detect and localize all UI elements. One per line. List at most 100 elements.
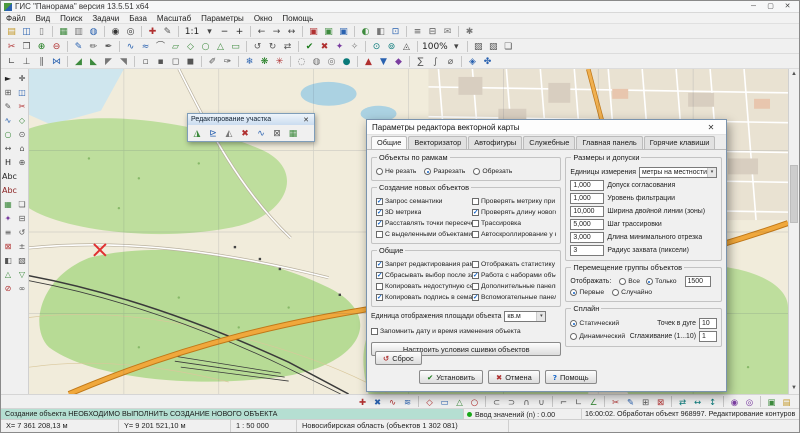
- dialog-tab[interactable]: Главная панель: [576, 136, 642, 149]
- split-icon[interactable]: ◭: [221, 126, 237, 140]
- split-view-icon[interactable]: ◧: [373, 25, 388, 38]
- zoom-percent-button[interactable]: 100%: [421, 40, 449, 53]
- area-editing-panel-titlebar[interactable]: Редактирование участка ✕: [188, 114, 314, 125]
- checkbox-item[interactable]: ✓Проверять длину нового отрезка: [472, 207, 556, 218]
- fill-square-icon[interactable]: ▣: [764, 396, 779, 408]
- menu-item[interactable]: Поиск: [55, 13, 87, 24]
- star-icon[interactable]: ✦: [1, 211, 15, 225]
- rhomb-icon[interactable]: ◇: [422, 396, 437, 408]
- menu-item[interactable]: Задачи: [87, 13, 124, 24]
- checkbox-item[interactable]: ✓Вспомогательные панели: [472, 292, 556, 303]
- pen-icon[interactable]: ✒: [101, 40, 116, 53]
- intersect-icon[interactable]: ∩: [519, 396, 534, 408]
- edit-curve-icon[interactable]: ∿: [385, 396, 400, 408]
- hatch-icon[interactable]: ▨: [471, 40, 486, 53]
- message-icon[interactable]: ✉: [440, 25, 455, 38]
- corner-alt-icon[interactable]: ◥: [116, 55, 131, 68]
- dialog-tab[interactable]: Общие: [371, 136, 407, 149]
- half-fill-icon[interactable]: ◧: [1, 253, 15, 267]
- zoom-percent-dropdown[interactable]: ▾: [449, 40, 464, 53]
- rhombus-icon[interactable]: ◇: [183, 40, 198, 53]
- swap-icon[interactable]: ⇄: [280, 40, 295, 53]
- arc-icon[interactable]: ⌒: [153, 40, 168, 53]
- checkbox-item[interactable]: Дополнительные панели: [472, 281, 556, 292]
- globe-icon[interactable]: ◍: [86, 25, 101, 38]
- target-icon[interactable]: ◉: [727, 396, 742, 408]
- menu-item[interactable]: Помощь: [277, 13, 318, 24]
- scale-1-1-button[interactable]: 1:1: [182, 25, 202, 38]
- small-square-icon[interactable]: ▫: [138, 55, 153, 68]
- edit-contour-icon[interactable]: ✎: [623, 396, 638, 408]
- remove-grid-icon[interactable]: ⊠: [653, 396, 668, 408]
- confirm-icon[interactable]: ✔: [302, 40, 317, 53]
- circle-icon[interactable]: ○: [198, 40, 213, 53]
- panel-close-icon[interactable]: ✕: [301, 116, 311, 124]
- checkbox-item[interactable]: Трассировка: [472, 218, 556, 229]
- delete-box-icon[interactable]: ⊠: [1, 239, 15, 253]
- circle-fill-icon[interactable]: ◍: [309, 55, 324, 68]
- parallelogram-icon[interactable]: ▱: [168, 40, 183, 53]
- minimize-button[interactable]: ─: [745, 1, 762, 12]
- pencil-icon[interactable]: ✏: [86, 40, 101, 53]
- open-map-icon[interactable]: ▤: [4, 25, 19, 38]
- checkbox-item[interactable]: ✓Работа с наборами объектов: [472, 270, 556, 281]
- target-alt-icon[interactable]: ◎: [742, 396, 757, 408]
- size-value-field[interactable]: 3,000: [570, 232, 604, 243]
- dotted-circle-icon[interactable]: ◌: [294, 55, 309, 68]
- save-icon[interactable]: ◫: [19, 25, 34, 38]
- hatch-area-icon[interactable]: ▦: [285, 126, 301, 140]
- delete-node-icon[interactable]: ✖: [370, 396, 385, 408]
- area-edit-icon[interactable]: ◮: [189, 126, 205, 140]
- highlight-icon[interactable]: ✦: [332, 40, 347, 53]
- map-contents-icon[interactable]: ▦: [56, 25, 71, 38]
- triangle-up-icon[interactable]: ▲: [361, 55, 376, 68]
- building-icon[interactable]: ⌂: [15, 141, 29, 155]
- apply-button[interactable]: ✔ Установить: [419, 370, 483, 384]
- frame-icon[interactable]: ❏: [501, 40, 516, 53]
- subset-icon[interactable]: ⊂: [489, 396, 504, 408]
- radio-item[interactable]: Статический: [570, 318, 626, 329]
- pan-right-icon[interactable]: →: [269, 25, 284, 38]
- forbid-icon[interactable]: ⊘: [1, 281, 15, 295]
- join-icon[interactable]: ⋈: [49, 55, 64, 68]
- menu-item[interactable]: Окно: [249, 13, 278, 24]
- tri-icon[interactable]: △: [452, 396, 467, 408]
- edit-icon[interactable]: ✎: [1, 99, 15, 113]
- panel-icon[interactable]: ◫: [15, 85, 29, 99]
- hatch-alt-icon[interactable]: ▧: [486, 40, 501, 53]
- menu-item[interactable]: Вид: [31, 13, 55, 24]
- collapse-icon[interactable]: ⊟: [15, 211, 29, 225]
- add-grid-icon[interactable]: ⊞: [638, 396, 653, 408]
- bullseye-icon[interactable]: ◎: [324, 55, 339, 68]
- small-filled-square-icon[interactable]: ▪: [153, 55, 168, 68]
- input-values-cell[interactable]: Ввод значений (n) : 0.00: [463, 409, 581, 419]
- scroll-down-icon[interactable]: ▼: [789, 383, 799, 394]
- map-sheet-icon[interactable]: ▥: [71, 25, 86, 38]
- checkbox-item[interactable]: ✓Сбрасывать выбор после записи: [376, 270, 472, 281]
- size-value-field[interactable]: 3: [570, 245, 604, 256]
- delete-part-icon[interactable]: ✖: [237, 126, 253, 140]
- scroll-up-icon[interactable]: ▲: [789, 69, 799, 80]
- radio-item[interactable]: Разрезать: [424, 166, 465, 177]
- pan-icon[interactable]: ↔: [284, 25, 299, 38]
- draw-icon[interactable]: ✎: [71, 40, 86, 53]
- pan-left-icon[interactable]: ←: [254, 25, 269, 38]
- layers-icon[interactable]: ▤: [779, 396, 794, 408]
- undo-icon[interactable]: ↺: [250, 40, 265, 53]
- layer-red-icon[interactable]: ▣: [306, 25, 321, 38]
- settings-icon[interactable]: ✱: [462, 25, 477, 38]
- scroll-track[interactable]: [789, 80, 799, 383]
- spline-value-field[interactable]: 10: [699, 318, 717, 329]
- corner-icon[interactable]: ◤: [101, 55, 116, 68]
- polygon-icon[interactable]: ◇: [15, 113, 29, 127]
- reset-button[interactable]: ↺ Сброс: [375, 351, 422, 365]
- grid-icon[interactable]: ⊞: [1, 85, 15, 99]
- vertical-scrollbar[interactable]: ▲ ▼: [788, 69, 799, 394]
- remove-icon[interactable]: ⊖: [49, 40, 64, 53]
- cut-contour-icon[interactable]: ✂: [608, 396, 623, 408]
- crosshair-icon[interactable]: ✛: [15, 71, 29, 85]
- radio-item[interactable]: Обрезать: [473, 166, 512, 177]
- triangle-down-icon[interactable]: ▼: [376, 55, 391, 68]
- triangle-tool-icon[interactable]: △: [1, 267, 15, 281]
- checkbox-item[interactable]: ✓Запрет редактирования рамок листов: [376, 259, 472, 270]
